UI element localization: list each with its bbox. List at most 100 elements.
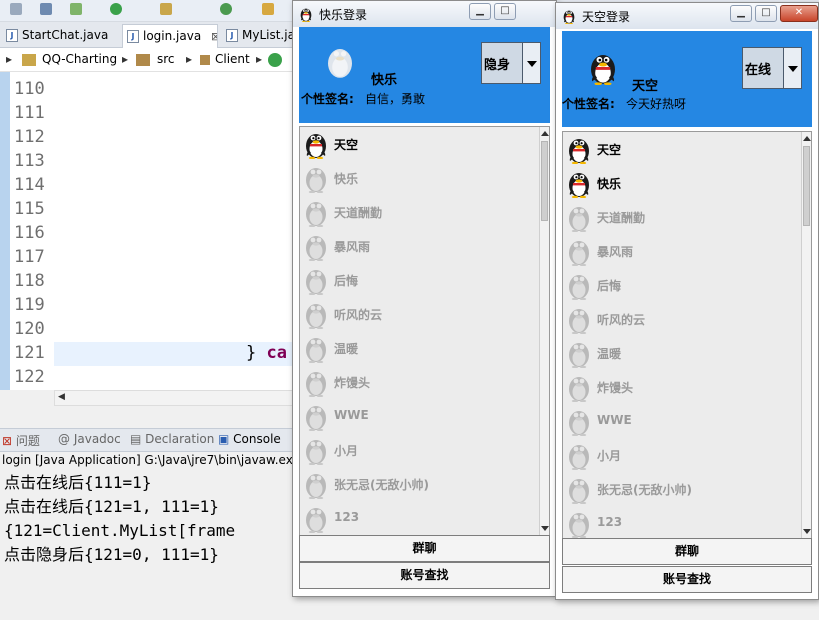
tab-label: StartChat.java bbox=[22, 28, 109, 42]
maximize-button[interactable]: □ bbox=[494, 3, 516, 20]
close-icon[interactable]: ⊠ bbox=[211, 30, 217, 43]
penguin-icon bbox=[304, 503, 328, 533]
status-dropdown[interactable]: 在线 bbox=[742, 47, 802, 89]
account-search-button[interactable]: 账号查找 bbox=[299, 562, 550, 589]
tab-declaration[interactable]: ▤ Declaration bbox=[130, 432, 214, 446]
friend-list[interactable]: 天空 快乐 天道酬勤 暴风雨 后悔 听风的云 温暖 炸馒头 WWE 小月 张无忌… bbox=[299, 126, 550, 536]
penguin-icon bbox=[567, 338, 591, 368]
code-editor[interactable]: 110 111 112 113 114 115 116 117 118 119 … bbox=[0, 72, 300, 390]
console-prefix: 点击隐身后 bbox=[4, 545, 85, 564]
friend-item[interactable]: 123 bbox=[563, 506, 811, 539]
window-titlebar[interactable]: 天空登录 ▁ □ ✕ bbox=[556, 3, 818, 29]
penguin-icon bbox=[304, 163, 328, 193]
scroll-down-icon[interactable] bbox=[541, 526, 549, 531]
editor-horizontal-scrollbar[interactable]: ◀ bbox=[54, 390, 300, 406]
maximize-button[interactable]: □ bbox=[755, 5, 777, 22]
friend-item[interactable]: 小月 bbox=[300, 433, 549, 467]
line-number: 121 bbox=[14, 343, 45, 363]
friend-item[interactable]: 天空 bbox=[300, 127, 549, 161]
scroll-down-icon[interactable] bbox=[803, 529, 811, 534]
project-icon bbox=[22, 54, 36, 66]
signature-label: 个性签名: bbox=[301, 92, 354, 106]
scroll-up-icon[interactable] bbox=[541, 131, 549, 136]
friend-item[interactable]: 张无忌(无敌小帅) bbox=[563, 472, 811, 506]
window-titlebar[interactable]: 快乐登录 ▁ □ bbox=[293, 1, 556, 27]
friend-list-scrollbar[interactable] bbox=[801, 132, 811, 538]
penguin-icon bbox=[567, 134, 591, 164]
debug-icon[interactable] bbox=[70, 3, 82, 15]
tab-startchat[interactable]: J StartChat.java bbox=[2, 24, 120, 48]
group-chat-button[interactable]: 群聊 bbox=[299, 535, 550, 562]
open-folder-icon[interactable] bbox=[262, 3, 274, 15]
dropdown-arrow[interactable] bbox=[522, 43, 540, 83]
friend-name: 天道酬勤 bbox=[597, 211, 646, 225]
chevron-right-icon: ▸ bbox=[122, 52, 129, 66]
friend-item[interactable]: 后悔 bbox=[300, 263, 549, 297]
status-value: 隐身 bbox=[484, 58, 511, 73]
penguin-icon bbox=[567, 304, 591, 334]
friend-item[interactable]: WWE bbox=[300, 399, 549, 433]
friend-item[interactable]: 后悔 bbox=[563, 268, 811, 302]
friend-item[interactable]: 天道酬勤 bbox=[300, 195, 549, 229]
minimize-button[interactable]: ▁ bbox=[730, 5, 752, 22]
friend-list-scrollbar[interactable] bbox=[539, 127, 549, 535]
friend-item[interactable]: 炸馒头 bbox=[563, 370, 811, 404]
minimize-button[interactable]: ▁ bbox=[469, 3, 491, 20]
tab-console[interactable]: ▣ Console bbox=[218, 432, 281, 446]
friend-item[interactable]: 123 bbox=[300, 501, 549, 535]
signature-text[interactable]: 自信，勇敢 bbox=[365, 90, 425, 107]
tab-problems[interactable]: ⊠ 问题 bbox=[2, 432, 40, 449]
tab-login[interactable]: J login.java ⊠ bbox=[122, 24, 218, 48]
close-button[interactable]: ✕ bbox=[780, 5, 818, 22]
friend-item[interactable]: 听风的云 bbox=[563, 302, 811, 336]
breadcrumb-client[interactable]: Client bbox=[215, 52, 250, 66]
line-number: 117 bbox=[14, 247, 45, 267]
breadcrumb-project[interactable]: QQ-Charting bbox=[42, 52, 117, 66]
friend-item[interactable]: 快乐 bbox=[563, 166, 811, 200]
friend-item[interactable]: 快乐 bbox=[300, 161, 549, 195]
run-icon[interactable] bbox=[110, 3, 122, 15]
scroll-up-icon[interactable] bbox=[803, 136, 811, 141]
friend-item[interactable]: 小月 bbox=[563, 438, 811, 472]
status-dropdown[interactable]: 隐身 bbox=[481, 42, 541, 84]
friend-item[interactable]: 天空 bbox=[563, 132, 811, 166]
scroll-thumb[interactable] bbox=[541, 141, 548, 221]
account-search-button[interactable]: 账号查找 bbox=[562, 566, 812, 593]
toolbar-icon[interactable] bbox=[10, 3, 22, 15]
signature-text[interactable]: 今天好热呀 bbox=[626, 95, 686, 112]
penguin-icon bbox=[562, 8, 576, 24]
penguin-icon bbox=[304, 435, 328, 465]
friend-item[interactable]: 炸馒头 bbox=[300, 365, 549, 399]
problems-icon: ⊠ bbox=[2, 434, 13, 448]
toolbar-icon[interactable] bbox=[160, 3, 172, 15]
search-icon[interactable] bbox=[40, 3, 52, 15]
avatar[interactable] bbox=[586, 49, 620, 85]
tab-javadoc[interactable]: @ Javadoc bbox=[58, 432, 121, 446]
line-number: 118 bbox=[14, 271, 45, 291]
group-chat-button[interactable]: 群聊 bbox=[562, 538, 812, 565]
refresh-icon[interactable] bbox=[220, 3, 232, 15]
scroll-left-icon[interactable]: ◀ bbox=[58, 392, 65, 402]
qq-window-kuaile: 快乐登录 ▁ □ 快乐 个性签名: 自信，勇敢 隐身 天空 快乐 天道酬勤 暴风… bbox=[292, 0, 557, 597]
friend-item[interactable]: 暴风雨 bbox=[300, 229, 549, 263]
friend-item[interactable]: WWE bbox=[563, 404, 811, 438]
friend-item[interactable]: 天道酬勤 bbox=[563, 200, 811, 234]
friend-item[interactable]: 暴风雨 bbox=[563, 234, 811, 268]
at-icon: @ bbox=[58, 432, 70, 446]
status-value: 在线 bbox=[745, 63, 772, 78]
friend-list[interactable]: 天空 快乐 天道酬勤 暴风雨 后悔 听风的云 温暖 炸馒头 WWE 小月 张无忌… bbox=[562, 131, 812, 539]
line-number: 110 bbox=[14, 79, 45, 99]
breadcrumb-src[interactable]: src bbox=[157, 52, 175, 66]
line-number: 115 bbox=[14, 199, 45, 219]
penguin-icon bbox=[567, 406, 591, 436]
chevron-down-icon bbox=[788, 66, 798, 72]
avatar[interactable] bbox=[323, 43, 357, 79]
scroll-thumb[interactable] bbox=[803, 146, 810, 226]
friend-item[interactable]: 张无忌(无敌小帅) bbox=[300, 467, 549, 501]
dropdown-arrow[interactable] bbox=[783, 48, 801, 88]
friend-item[interactable]: 温暖 bbox=[300, 331, 549, 365]
tab-mylist[interactable]: J MyList.jav bbox=[222, 24, 300, 48]
friend-item[interactable]: 温暖 bbox=[563, 336, 811, 370]
friend-item[interactable]: 听风的云 bbox=[300, 297, 549, 331]
console-text: {121=1, 111=1} bbox=[84, 497, 219, 516]
